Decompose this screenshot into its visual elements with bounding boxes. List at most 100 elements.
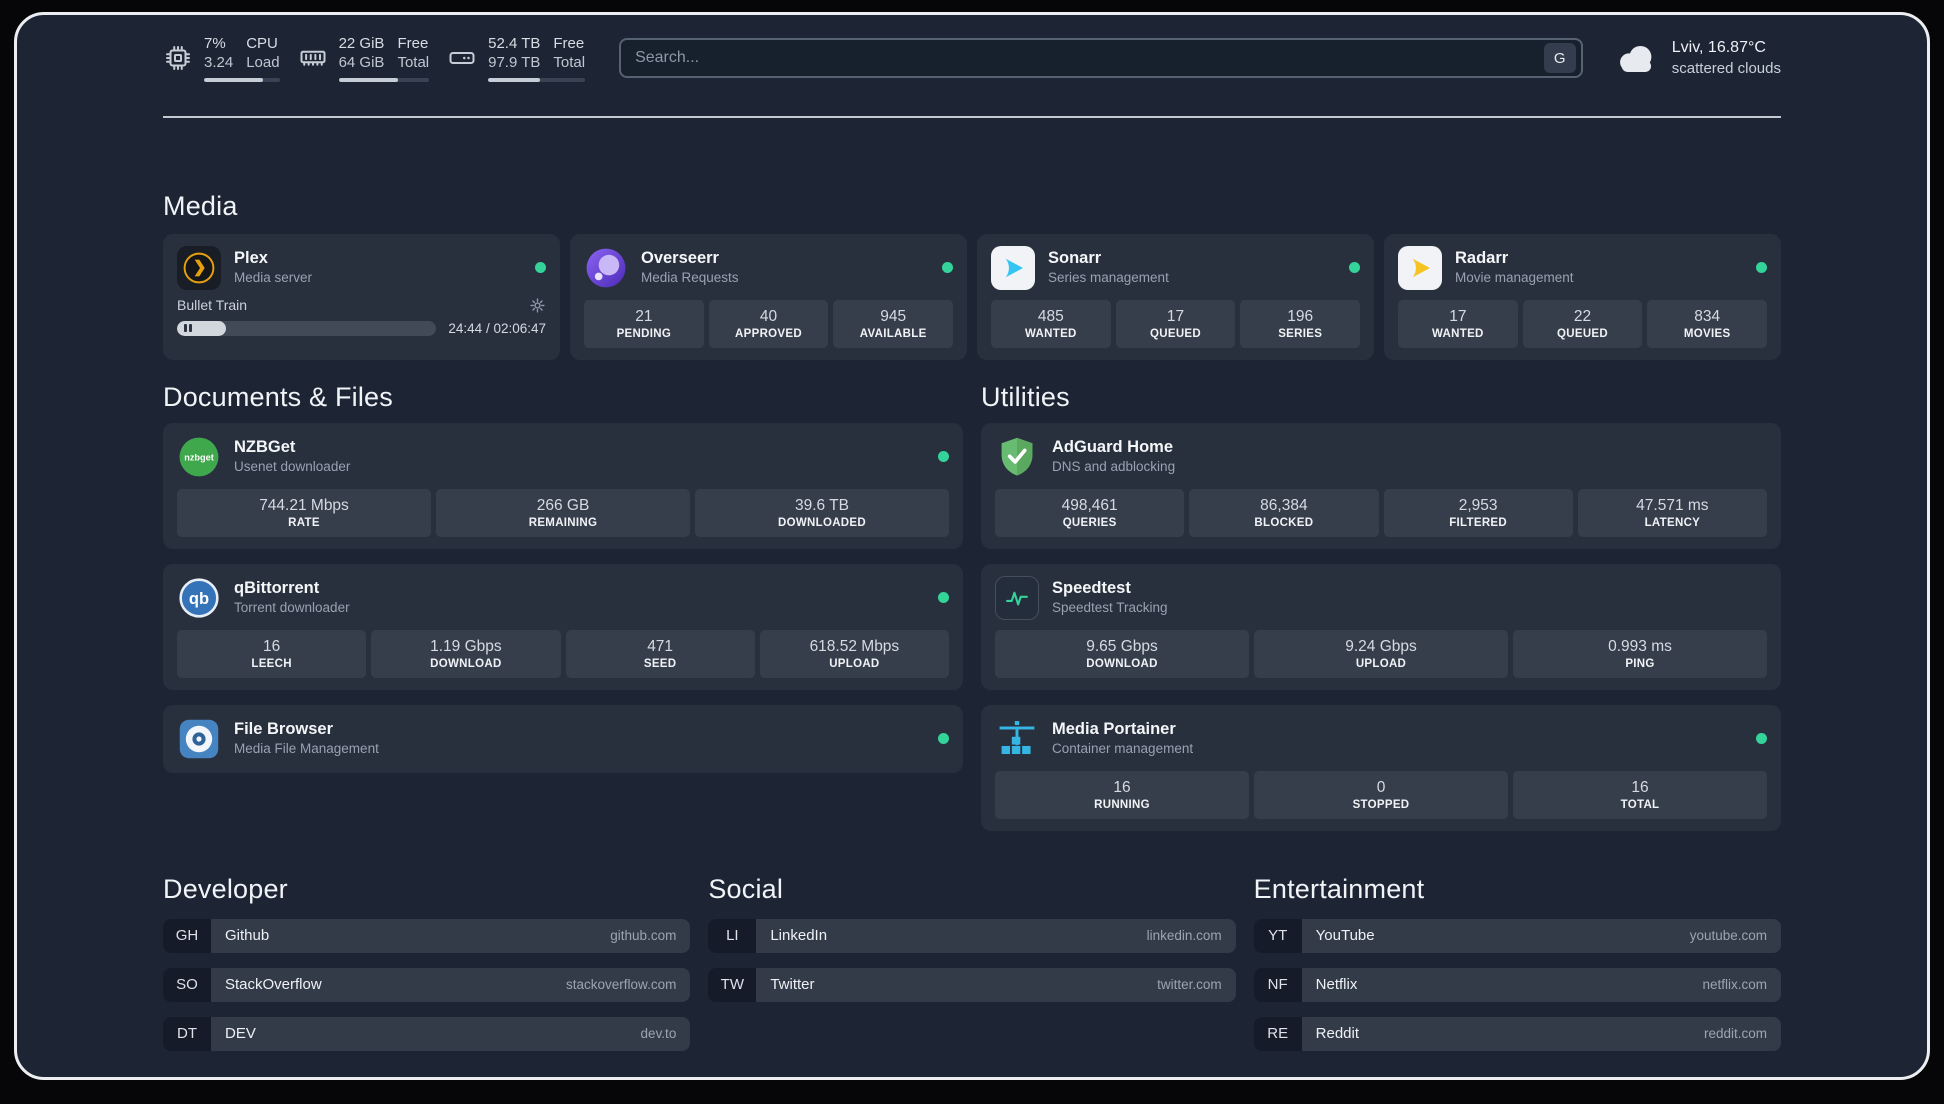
stat-value: 0 [1376,778,1386,796]
bookmark-domain: github.com [610,928,677,943]
stat-tile: 744.21 Mbps RATE [177,488,431,537]
stat-label: RUNNING [1094,798,1150,811]
stat-value: 834 [1694,307,1721,325]
stat-label: RATE [288,516,320,529]
service-card-adguard[interactable]: AdGuard Home DNS and adblocking 498,461 … [981,422,1781,549]
stat-value: 1.19 Gbps [430,637,502,655]
stat-label: TOTAL [1620,798,1660,811]
stat-label: PING [1625,657,1655,670]
service-card-radarr[interactable]: Radarr Movie management 17 WANTED 22 QUE… [1384,233,1781,360]
bookmark-stackoverflow[interactable]: SO StackOverflow stackoverflow.com [163,967,691,1002]
bookmark-name: DEV [225,1025,256,1042]
stat-tile: 16 LEECH [177,629,367,678]
bookmark-github[interactable]: GH Github github.com [163,918,691,953]
bookmark-domain: dev.to [640,1026,677,1041]
stat-tile: 9.65 Gbps DOWNLOAD [995,629,1249,678]
service-description: Speedtest Tracking [1052,600,1168,616]
memory-usage-bar-fill [338,77,399,82]
bookmark-name: Twitter [770,976,815,993]
bookmark-abbr: TW [708,967,757,1002]
stat-tile: 40 APPROVED [708,299,829,348]
stat-tile: 16 TOTAL [1513,770,1767,819]
cpu-usage-percent: 7% [204,35,226,52]
playback-progress-bar[interactable] [177,320,437,336]
bookmark-dev[interactable]: DT DEV dev.to [163,1016,691,1051]
system-widgets: 7% 3.24 CPU Load 22 GiB 64 GiB Free Tota… [163,35,586,82]
stat-label: APPROVED [735,327,802,340]
section-title-documents: Documents & Files [163,381,393,412]
filebrowser-icon [177,717,221,761]
stat-value: 266 GB [536,496,590,514]
service-name: Speedtest [1052,578,1131,597]
search-input[interactable] [635,49,1544,68]
dashboard-window: 7% 3.24 CPU Load 22 GiB 64 GiB Free Tota… [14,12,1930,1080]
bookmark-domain: netflix.com [1702,977,1767,992]
service-name: File Browser [234,719,334,738]
bookmark-name: LinkedIn [770,927,828,944]
service-description: Torrent downloader [234,600,350,616]
search-provider-button[interactable]: G [1543,43,1576,74]
bookmark-abbr: GH [163,918,211,953]
disk-usage-bar-fill [488,77,541,82]
service-card-filebrowser[interactable]: File Browser Media File Management [163,704,963,773]
now-playing-title: Bullet Train [177,297,248,313]
stat-value: 2,953 [1458,496,1498,514]
svg-text:nzbget: nzbget [184,452,214,462]
disk-icon [447,43,477,73]
bookmark-netflix[interactable]: NF Netflix netflix.com [1253,967,1781,1002]
status-dot [938,451,949,462]
stat-tile: 17 WANTED [1398,299,1518,348]
status-dot [942,262,953,273]
status-dot [535,262,546,273]
stat-value: 16 [1113,778,1131,796]
nzbget-icon: nzbget [177,435,221,479]
stat-value: 0.993 ms [1608,637,1672,655]
plex-icon [177,245,221,290]
stat-label: MOVIES [1683,327,1731,340]
playback-time: 24:44 / 02:06:47 [448,320,546,336]
stat-value: 744.21 Mbps [259,496,349,514]
service-name: Overseerr [641,248,719,267]
stat-label: QUERIES [1062,516,1117,529]
stat-tile: 471 SEED [565,629,755,678]
service-card-plex[interactable]: Plex Media server Bullet Train 24:44 / 0… [163,233,560,360]
stat-tile: 39.6 TB DOWNLOADED [695,488,949,537]
pause-icon[interactable] [184,324,192,332]
bookmark-twitter[interactable]: TW Twitter twitter.com [708,967,1236,1002]
search-bar[interactable]: G [619,38,1583,79]
stat-value: 498,461 [1061,496,1118,514]
service-name: qBittorrent [234,578,320,597]
stat-label: WANTED [1432,327,1484,340]
plex-now-playing-widget: Bullet Train 24:44 / 02:06:47 [177,297,546,336]
bookmark-domain: youtube.com [1689,928,1767,943]
stat-value: 9.24 Gbps [1345,637,1417,655]
stat-value: 39.6 TB [794,496,849,514]
bookmark-abbr: NF [1253,967,1302,1002]
bookmark-name: Github [225,927,270,944]
playback-progress-fill [177,320,227,336]
service-card-speedtest[interactable]: Speedtest Speedtest Tracking 9.65 Gbps D… [981,563,1781,690]
stat-label: LATENCY [1644,516,1701,529]
radarr-icon [1398,245,1442,290]
stat-label: STOPPED [1352,798,1410,811]
status-dot [1756,733,1767,744]
service-card-sonarr[interactable]: Sonarr Series management 485 WANTED 17 Q… [977,233,1374,360]
media-section: Plex Media server Bullet Train 24:44 / 0… [163,233,1781,360]
player-settings-gear-icon[interactable] [529,297,546,314]
stat-tile: 1.19 Gbps DOWNLOAD [371,629,561,678]
bookmark-youtube[interactable]: YT YouTube youtube.com [1253,918,1781,953]
stat-label: SEED [643,657,677,670]
stat-label: LEECH [251,657,292,670]
bookmark-linkedin[interactable]: LI LinkedIn linkedin.com [708,918,1236,953]
stat-value: 21 [635,307,653,325]
service-description: DNS and adblocking [1052,459,1176,475]
weather-widget: Lviv, 16.87°C scattered clouds [1613,38,1781,78]
service-card-nzbget[interactable]: nzbget NZBGet Usenet downloader 744.21 M… [163,422,963,549]
service-card-overseerr[interactable]: Overseerr Media Requests 21 PENDING 40 A… [570,233,967,360]
service-card-portainer[interactable]: Media Portainer Container management 16 … [981,704,1781,831]
section-title-media: Media [163,190,238,221]
disk-total-value: 97.9 TB [488,53,541,71]
service-card-qbittorrent[interactable]: qb qBittorrent Torrent downloader 16 LEE… [163,563,963,690]
bookmark-reddit[interactable]: RE Reddit reddit.com [1253,1016,1781,1051]
stat-tile: 834 MOVIES [1647,299,1768,348]
